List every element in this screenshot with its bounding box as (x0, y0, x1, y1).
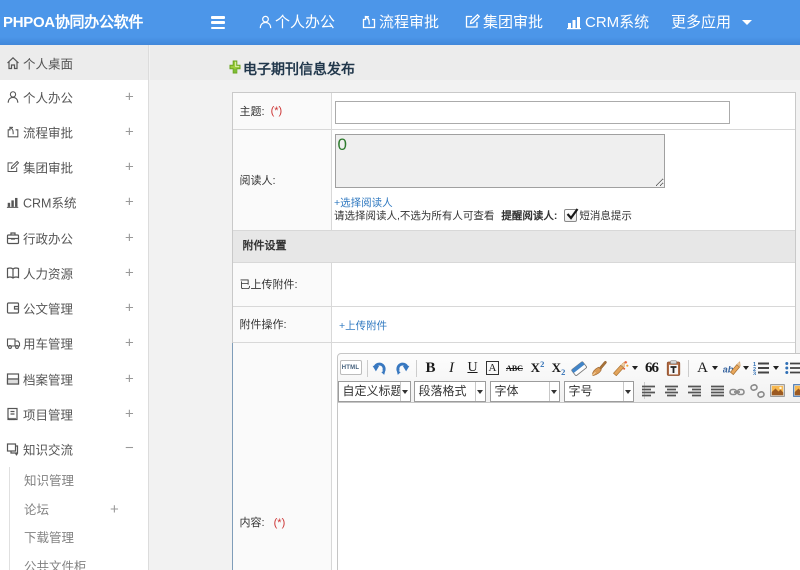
svg-text:3: 3 (753, 372, 756, 376)
